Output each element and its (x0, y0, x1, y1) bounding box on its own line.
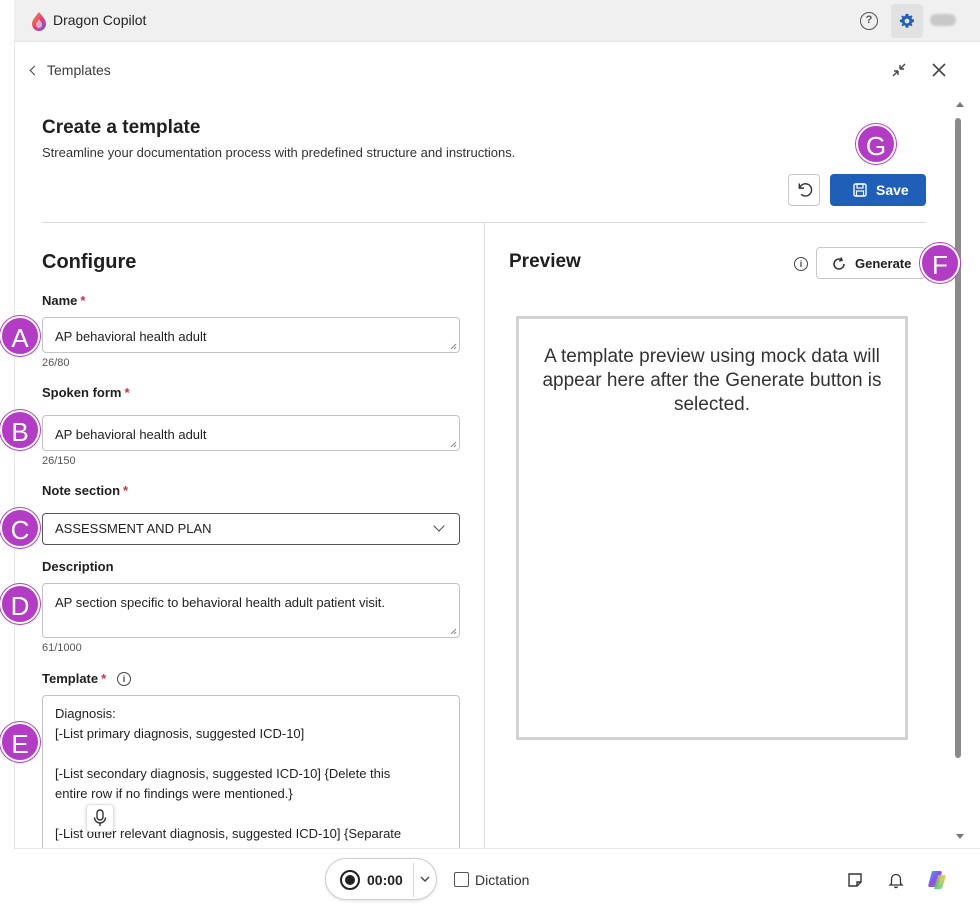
preview-info-icon[interactable]: i (794, 257, 808, 271)
back-link-label: Templates (47, 62, 111, 78)
required-marker: * (124, 385, 130, 400)
page-subtitle: Streamline your documentation process wi… (42, 145, 516, 160)
name-label-text: Name (42, 293, 78, 308)
note-section-select[interactable]: ASSESSMENT AND PLAN (42, 513, 460, 545)
microphone-icon (93, 809, 107, 826)
chevron-down-icon (433, 520, 445, 532)
dictation-checkbox[interactable] (454, 872, 469, 887)
template-label-text: Template (42, 671, 99, 686)
dictation-label: Dictation (475, 872, 530, 888)
resize-grip-icon[interactable] (450, 441, 457, 448)
preview-area: A template preview using mock data will … (516, 316, 908, 740)
recording-timer: 00:00 (367, 872, 403, 888)
generate-button[interactable]: Generate (816, 247, 926, 279)
undo-icon (798, 183, 813, 197)
scroll-up-arrow-icon[interactable] (956, 102, 964, 107)
refresh-icon (833, 257, 845, 270)
required-marker: * (101, 671, 107, 686)
column-divider (484, 223, 485, 848)
save-button[interactable]: Save (830, 174, 926, 206)
page-title: Create a template (42, 117, 201, 138)
recording-separator (413, 863, 414, 897)
scroll-down-arrow-icon[interactable] (956, 834, 964, 839)
description-input-value: AP section specific to behavioral health… (55, 595, 386, 610)
callout-g: G (856, 124, 896, 164)
avatar[interactable] (930, 14, 956, 26)
callout-f: F (920, 243, 960, 283)
close-icon[interactable] (929, 60, 949, 80)
callout-b: B (0, 410, 40, 450)
record-icon[interactable] (340, 870, 360, 890)
help-icon[interactable]: ? (860, 12, 878, 30)
template-info-icon[interactable]: i (117, 672, 131, 686)
configure-heading: Configure (42, 251, 137, 273)
template-line (55, 744, 447, 764)
bottom-toolbar: 00:00 Dictation (14, 848, 980, 907)
template-line: [-List primary diagnosis, suggested ICD-… (55, 726, 305, 741)
callout-d: D (0, 584, 40, 624)
app-title: Dragon Copilot (53, 12, 147, 28)
callout-e: E (0, 722, 40, 762)
template-label: Template * (42, 671, 106, 686)
note-section-label-text: Note section (42, 483, 121, 498)
spoken-form-label: Spoken form * (42, 385, 130, 400)
settings-button[interactable] (891, 4, 923, 38)
title-bar: Dragon Copilot ? (14, 0, 980, 42)
back-to-templates-link[interactable]: Templates (29, 62, 111, 78)
resize-grip-icon[interactable] (450, 628, 457, 635)
template-dictate-button[interactable] (86, 804, 114, 832)
description-label: Description (42, 559, 114, 574)
template-editor-panel: Templates Create a template Streamline y… (14, 42, 980, 848)
dragon-logo-icon (32, 12, 46, 31)
note-section-selected-value: ASSESSMENT AND PLAN (55, 521, 212, 536)
name-input-value: AP behavioral health adult (55, 329, 207, 344)
name-input[interactable]: AP behavioral health adult (42, 317, 460, 353)
spoken-form-input-value: AP behavioral health adult (55, 427, 207, 442)
minimize-icon[interactable] (889, 60, 909, 80)
preview-heading: Preview (509, 251, 581, 272)
description-input[interactable]: AP section specific to behavioral health… (42, 583, 460, 638)
spoken-form-input[interactable]: AP behavioral health adult (42, 415, 460, 451)
spoken-form-counter: 26/150 (42, 455, 76, 467)
save-icon (853, 183, 867, 197)
callout-c: C (0, 508, 40, 548)
recording-control: 00:00 (325, 858, 437, 900)
preview-placeholder: A template preview using mock data will … (542, 346, 882, 415)
template-line: entire row if no findings were mentioned… (55, 786, 293, 801)
save-button-label: Save (876, 182, 909, 198)
name-counter: 26/80 (42, 357, 70, 369)
description-counter: 61/1000 (42, 642, 82, 654)
vertical-scrollbar[interactable] (953, 102, 964, 846)
note-section-label: Note section * (42, 483, 128, 498)
generate-button-label: Generate (855, 256, 912, 271)
resize-grip-icon[interactable] (450, 343, 457, 350)
callout-a: A (0, 316, 40, 356)
spoken-form-label-text: Spoken form (42, 385, 122, 400)
settings-icon (899, 13, 914, 28)
copilot-icon[interactable] (926, 869, 948, 891)
bell-icon[interactable] (887, 871, 905, 889)
template-line: [-List secondary diagnosis, suggested IC… (55, 766, 391, 781)
scrollbar-thumb[interactable] (955, 118, 961, 758)
name-label: Name * (42, 293, 85, 308)
template-line: Diagnosis: (55, 706, 116, 721)
required-marker: * (80, 293, 86, 308)
chevron-down-icon[interactable] (418, 872, 432, 886)
undo-button[interactable] (788, 174, 820, 206)
sticky-note-icon[interactable] (846, 871, 864, 889)
chevron-left-icon (29, 65, 40, 76)
required-marker: * (123, 483, 129, 498)
